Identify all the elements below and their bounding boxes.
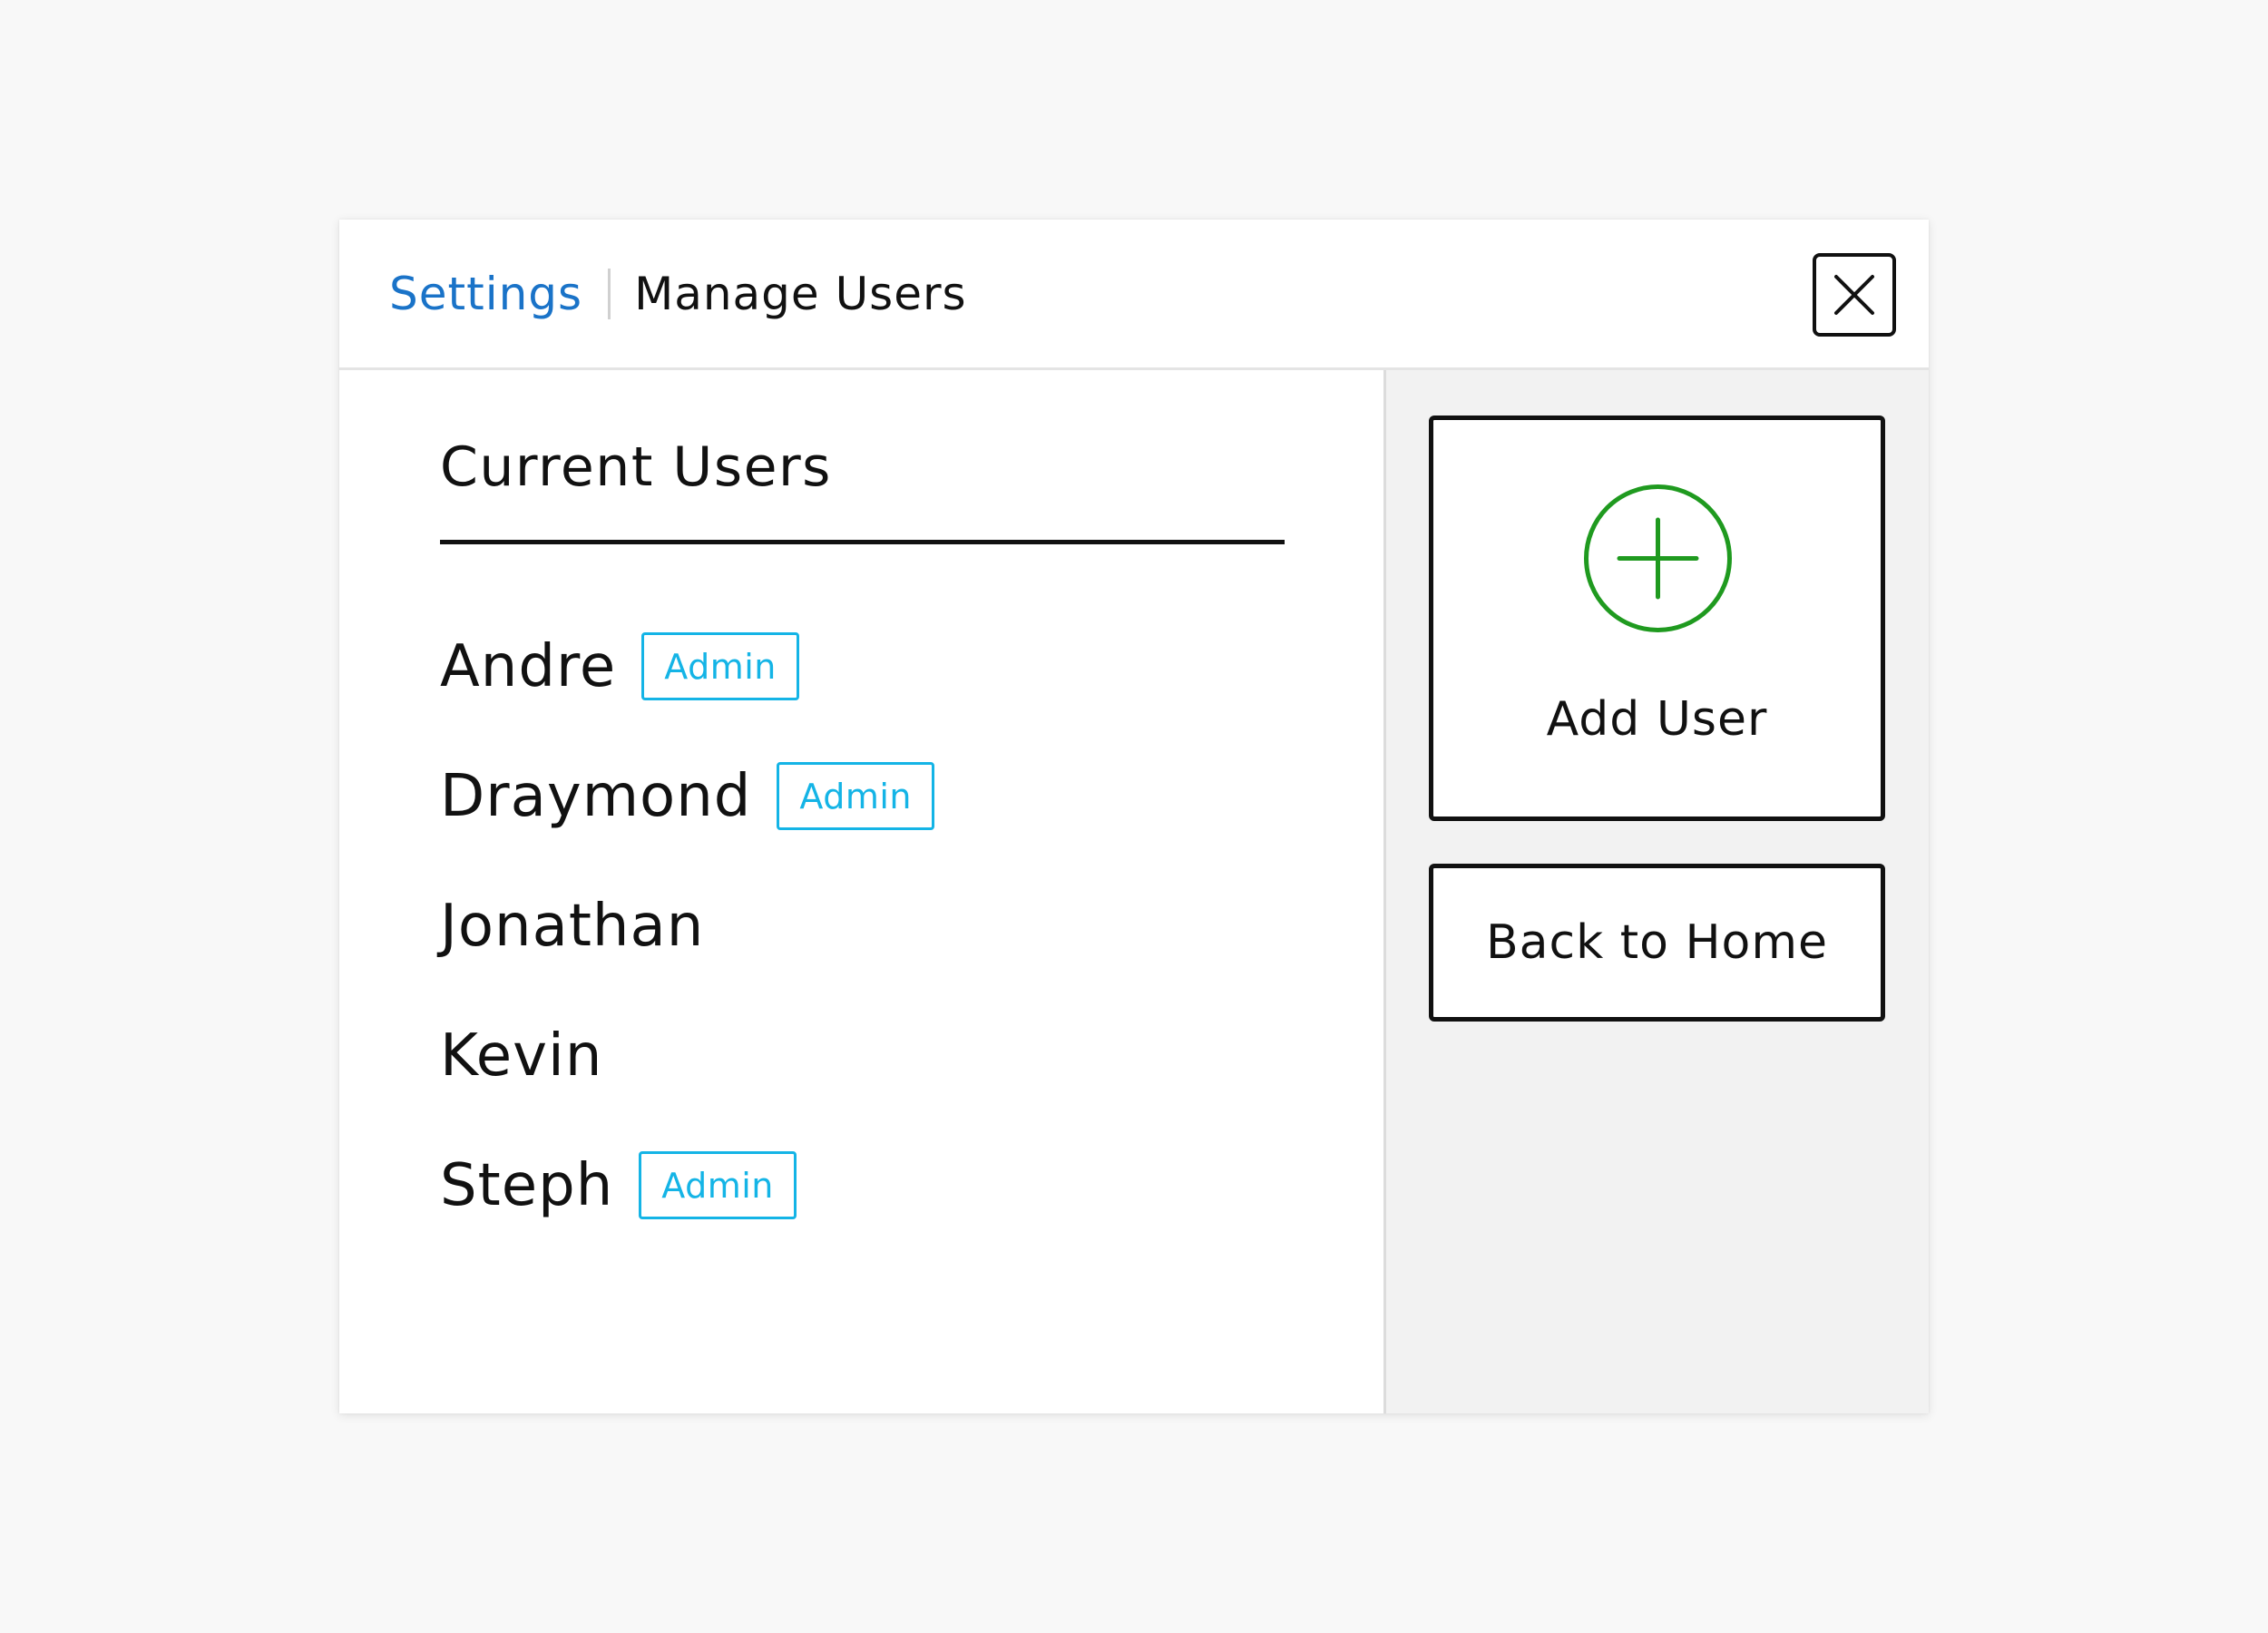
close-icon [1834, 275, 1874, 315]
breadcrumb-settings-link[interactable]: Settings [389, 268, 582, 320]
manage-users-dialog: Settings Manage Users Current Users Andr… [339, 220, 1929, 1413]
admin-badge: Admin [639, 1151, 797, 1219]
user-row-1[interactable]: Draymond Admin [440, 731, 934, 861]
plus-circle-icon [1584, 484, 1732, 632]
actions-panel: Add User Back to Home [1383, 370, 1929, 1413]
user-name: Draymond [440, 762, 752, 830]
user-name: Kevin [440, 1022, 603, 1090]
user-row-0[interactable]: Andre Admin [440, 601, 934, 731]
user-name: Andre [440, 632, 617, 700]
admin-badge: Admin [777, 762, 934, 830]
user-name: Jonathan [440, 892, 705, 960]
user-name: Steph [440, 1151, 614, 1219]
user-row-3[interactable]: Kevin [440, 991, 934, 1120]
back-to-home-button[interactable]: Back to Home [1429, 864, 1885, 1022]
user-row-4[interactable]: Steph Admin [440, 1120, 934, 1250]
dialog-header: Settings Manage Users [339, 220, 1929, 370]
add-user-label: Add User [1546, 692, 1768, 747]
breadcrumb-separator [608, 268, 611, 319]
close-button[interactable] [1813, 253, 1896, 337]
user-list: Andre Admin Draymond Admin Jonathan Kevi… [440, 601, 934, 1250]
current-users-panel: Current Users Andre Admin Draymond Admin… [339, 370, 1383, 1413]
user-row-2[interactable]: Jonathan [440, 861, 934, 991]
add-user-button[interactable]: Add User [1429, 416, 1885, 821]
heading-divider [440, 540, 1285, 544]
current-users-heading: Current Users [440, 435, 832, 499]
breadcrumb-current-page: Manage Users [634, 267, 967, 320]
admin-badge: Admin [641, 632, 799, 700]
